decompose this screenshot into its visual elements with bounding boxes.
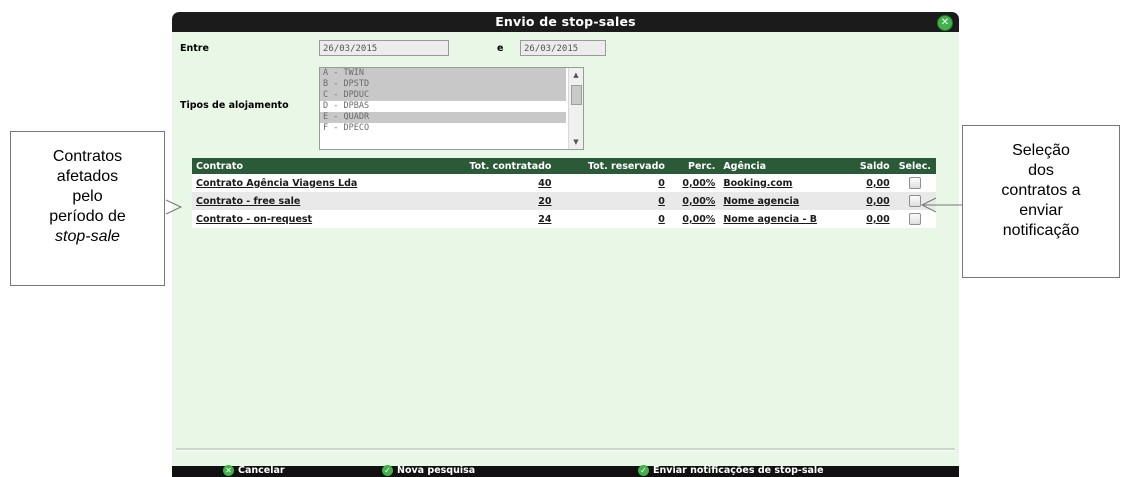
dialog-title: Envio de stop-sales [495,14,636,29]
table-header-row: Contrato Tot. contratado Tot. reservado … [192,158,936,174]
contract-link[interactable]: Contrato - on-request [196,214,312,225]
col-saldo: Saldo [853,158,894,174]
listbox-option[interactable]: A - TWIN [320,68,566,79]
select-checkbox[interactable] [908,177,921,189]
listbox-option[interactable]: D - DPBAS [320,101,566,112]
saldo-link[interactable]: 0,00 [866,178,889,189]
right-annotation-line: enviar [1019,202,1063,219]
listbox-option[interactable]: E - QUADR [320,112,566,123]
left-annotation-line: afetados [56,168,119,185]
right-annotation-line: dos [1028,162,1054,179]
right-annotation: Seleção dos contratos a enviar notificaç… [962,125,1120,278]
table-row: Contrato Agência Viagens Lda 40 0 0,00% … [192,174,936,192]
perc-link[interactable]: 0,00% [682,178,715,189]
scroll-up-icon[interactable]: ▲ [569,70,583,80]
agency-link[interactable]: Booking.com [723,178,792,189]
new-search-label: Nova pesquisa [397,465,476,476]
entre-label: Entre [180,43,209,54]
col-selec: Selec. [893,158,936,174]
left-annotation-line: Contratos [52,148,123,165]
listbox-option[interactable]: C - DPDUC [320,90,566,101]
perc-link[interactable]: 0,00% [682,196,715,207]
e-label: e [497,43,504,54]
send-notifications-button[interactable]: ✓ Enviar notificações de stop-sale [638,465,824,476]
dialog-footer: ✕ Cancelar ✓ Nova pesquisa ✓ Enviar notific… [172,465,959,477]
col-tot-reservado: Tot. reservado [555,158,669,174]
tot-reservado-link[interactable]: 0 [658,214,665,225]
send-label: Enviar notificações de stop-sale [653,465,824,476]
left-annotation-line: período de [49,208,126,225]
close-icon[interactable]: ✕ [937,15,953,31]
saldo-link[interactable]: 0,00 [866,196,889,207]
left-annotation-italic: stop-sale [55,228,120,245]
check-icon: ✓ [382,465,393,476]
col-agencia: Agência [719,158,854,174]
select-checkbox[interactable] [908,213,921,225]
date-to-field[interactable]: 26/03/2015 [520,40,606,56]
left-annotation-line: pelo [72,188,103,205]
tot-reservado-link[interactable]: 0 [658,178,665,189]
scroll-thumb[interactable] [571,85,582,105]
select-checkbox[interactable] [908,195,921,207]
date-from-field[interactable]: 26/03/2015 [319,40,449,56]
footer-divider [176,448,955,451]
cancel-button[interactable]: ✕ Cancelar [223,465,285,476]
cancel-label: Cancelar [238,465,285,476]
contracts-table: Contrato Tot. contratado Tot. reservado … [192,158,936,228]
col-tot-contratado: Tot. contratado [431,158,556,174]
cancel-icon: ✕ [223,465,234,476]
contract-link[interactable]: Contrato - free sale [196,196,300,207]
saldo-link[interactable]: 0,00 [866,214,889,225]
tipos-alojamento-listbox[interactable]: A - TWIN B - DPSTD C - DPDUC D - DPBAS E… [319,67,584,150]
tipos-alojamento-label: Tipos de alojamento [180,100,289,111]
listbox-option[interactable]: F - DPECO [320,123,566,134]
check-icon: ✓ [638,465,649,476]
right-annotation-line: Seleção [1012,142,1070,159]
right-annotation-line: contratos a [1001,182,1081,199]
left-annotation: Contratos afetados pelo período de stop-… [10,131,165,286]
tot-contratado-link[interactable]: 40 [538,178,551,189]
new-search-button[interactable]: ✓ Nova pesquisa [382,465,475,476]
perc-link[interactable]: 0,00% [682,214,715,225]
table-row: Contrato - free sale 20 0 0,00% Nome age… [192,192,936,210]
listbox-option[interactable]: B - DPSTD [320,79,566,90]
col-perc: Perc. [668,158,720,174]
scroll-down-icon[interactable]: ▼ [569,137,583,147]
listbox-scrollbar[interactable]: ▲ ▼ [568,68,583,149]
col-contrato: Contrato [192,158,432,174]
tot-contratado-link[interactable]: 20 [538,196,551,207]
contract-link[interactable]: Contrato Agência Viagens Lda [196,178,357,189]
table-row: Contrato - on-request 24 0 0,00% Nome ag… [192,210,936,228]
dialog-titlebar: Envio de stop-sales ✕ [172,12,959,32]
tot-contratado-link[interactable]: 24 [538,214,551,225]
agency-link[interactable]: Nome agencia - B [723,214,817,225]
agency-link[interactable]: Nome agencia [723,196,799,207]
stop-sales-dialog: Envio de stop-sales ✕ Entre 26/03/2015 e… [172,12,959,477]
tot-reservado-link[interactable]: 0 [658,196,665,207]
right-annotation-line: notificação [1002,222,1080,239]
